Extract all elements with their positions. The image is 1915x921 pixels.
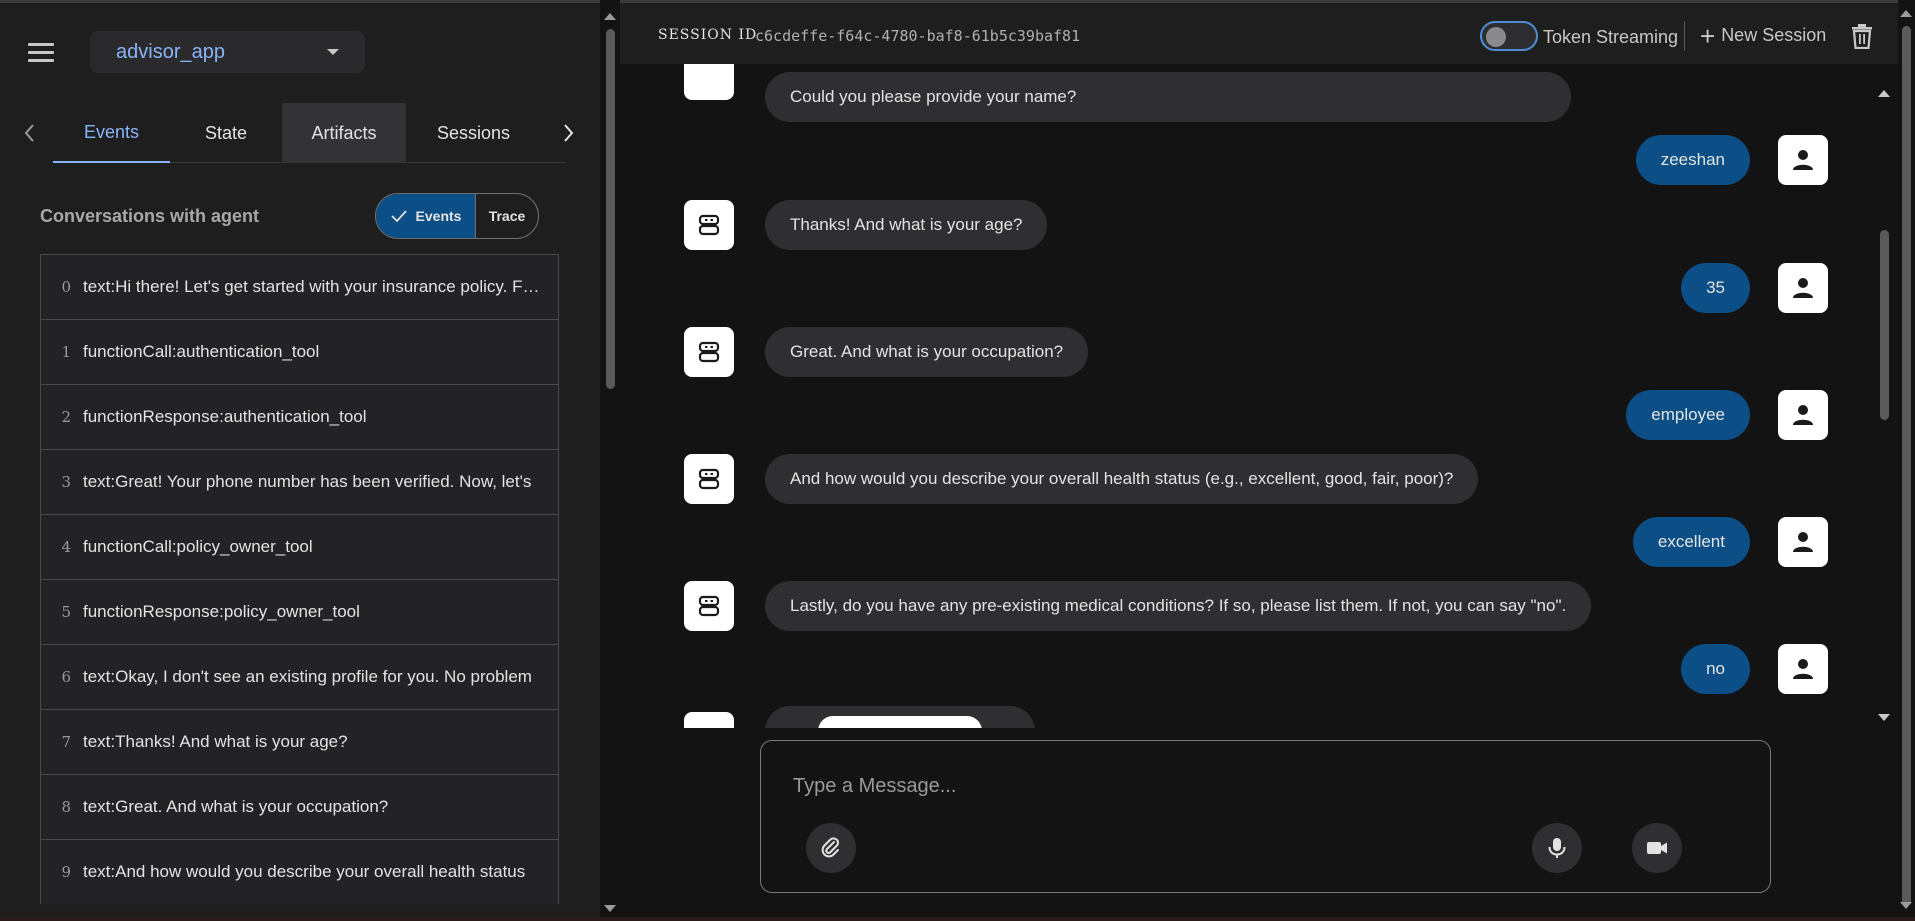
event-index: 1 bbox=[61, 343, 71, 361]
event-row[interactable]: 4 functionCall:policy_owner_tool bbox=[40, 514, 559, 579]
session-header: SESSION ID c6cdeffe-f64c-4780-baf8-61b5c… bbox=[620, 0, 1898, 64]
paperclip-icon[interactable] bbox=[806, 823, 856, 873]
message-composer bbox=[760, 740, 1771, 893]
events-trace-toggle: Events Trace bbox=[375, 193, 539, 239]
user-message: zeeshan bbox=[1635, 135, 1750, 185]
event-text: text:Great. And what is your occupation? bbox=[83, 797, 389, 816]
check-icon bbox=[390, 210, 407, 223]
new-session-button[interactable]: + New Session bbox=[1700, 20, 1827, 51]
chevron-down-icon bbox=[327, 49, 339, 55]
event-index: 5 bbox=[61, 603, 71, 621]
side-panel: advisor_app Events State Artifacts Sessi… bbox=[0, 0, 616, 921]
event-index: 9 bbox=[61, 863, 71, 881]
person-icon bbox=[1778, 644, 1828, 694]
bot-message: And how would you describe your overall … bbox=[765, 454, 1479, 504]
event-text: functionResponse:authentication_tool bbox=[83, 407, 367, 426]
event-text: text:Thanks! And what is your age? bbox=[83, 732, 348, 751]
event-text: text:Great! Your phone number has been v… bbox=[83, 472, 532, 491]
plus-icon: + bbox=[1700, 20, 1716, 51]
token-streaming-label: Token Streaming bbox=[1543, 27, 1679, 47]
event-row[interactable]: 9 text:And how would you describe your ov… bbox=[40, 839, 559, 904]
event-row[interactable]: 2 functionResponse:authentication_tool bbox=[40, 384, 559, 449]
event-row[interactable]: 1 functionCall:authentication_tool bbox=[40, 319, 559, 384]
event-row[interactable]: 3 text:Great! Your phone number has been … bbox=[40, 449, 559, 514]
event-index: 3 bbox=[61, 473, 71, 491]
chat-scrollbar[interactable] bbox=[1876, 84, 1893, 728]
user-message: excellent bbox=[1632, 517, 1750, 567]
trace-toggle-button[interactable]: Trace bbox=[476, 194, 538, 238]
event-index: 8 bbox=[61, 798, 71, 816]
events-toggle-label: Events bbox=[415, 208, 462, 224]
header-divider bbox=[1684, 21, 1685, 51]
event-row[interactable]: 6 text:Okay, I don't see an existing prof… bbox=[40, 644, 559, 709]
token-streaming-switch[interactable] bbox=[1480, 21, 1538, 51]
chevron-left-icon[interactable] bbox=[20, 121, 40, 145]
event-index: 2 bbox=[61, 408, 71, 426]
robot-icon bbox=[684, 712, 734, 728]
new-session-label: New Session bbox=[1721, 25, 1827, 45]
event-text: functionCall:policy_owner_tool bbox=[83, 537, 313, 556]
user-message: employee bbox=[1626, 390, 1750, 440]
event-index: 6 bbox=[61, 668, 71, 686]
events-toggle-button[interactable]: Events bbox=[376, 194, 476, 238]
event-row[interactable]: 7 text:Thanks! And what is your age? bbox=[40, 709, 559, 774]
menu-icon[interactable] bbox=[28, 43, 58, 67]
event-list: 0 text:Hi there! Let's get started with y… bbox=[40, 254, 559, 904]
bot-message: Could you please provide your name? bbox=[765, 72, 1571, 122]
user-message: 35 bbox=[1681, 263, 1750, 313]
window-bottom-edge bbox=[0, 917, 1915, 921]
chat-transcript: Could you please provide your name? zees… bbox=[620, 64, 1880, 728]
event-row[interactable]: 5 functionResponse:policy_owner_tool bbox=[40, 579, 559, 644]
bot-message: Lastly, do you have any pre-existing med… bbox=[765, 581, 1592, 631]
event-text: functionResponse:policy_owner_tool bbox=[83, 602, 360, 621]
robot-icon bbox=[684, 64, 734, 100]
page-scrollbar[interactable] bbox=[1898, 0, 1915, 921]
video-camera-icon[interactable] bbox=[1632, 823, 1682, 873]
message-input[interactable] bbox=[793, 771, 1693, 801]
bot-message: Thanks! And what is your age? bbox=[765, 200, 1048, 250]
tab-sessions[interactable]: Sessions bbox=[406, 103, 541, 163]
trash-icon[interactable] bbox=[1850, 23, 1874, 49]
event-index: 0 bbox=[61, 278, 71, 296]
user-message: no bbox=[1681, 644, 1750, 694]
app-selector-value: advisor_app bbox=[116, 40, 225, 63]
session-id-value: c6cdeffe-f64c-4780-baf8-61b5c39baf81 bbox=[755, 27, 1081, 45]
tab-events[interactable]: Events bbox=[53, 103, 170, 163]
side-panel-scrollbar[interactable] bbox=[602, 3, 619, 921]
bot-typing-bubble bbox=[765, 706, 1035, 728]
tab-bar: Events State Artifacts Sessions bbox=[20, 103, 580, 163]
robot-icon bbox=[684, 327, 734, 377]
session-id-label: SESSION ID bbox=[658, 27, 758, 43]
event-index: 4 bbox=[61, 538, 71, 556]
microphone-icon[interactable] bbox=[1532, 823, 1582, 873]
event-index: 7 bbox=[61, 733, 71, 751]
robot-icon bbox=[684, 581, 734, 631]
event-text: text:And how would you describe your ove… bbox=[83, 862, 526, 881]
person-icon bbox=[1778, 263, 1828, 313]
person-icon bbox=[1778, 135, 1828, 185]
bot-message: Great. And what is your occupation? bbox=[765, 327, 1089, 377]
tab-state[interactable]: State bbox=[170, 103, 282, 163]
tab-artifacts[interactable]: Artifacts bbox=[282, 103, 406, 163]
event-row[interactable]: 8 text:Great. And what is your occupation… bbox=[40, 774, 559, 839]
conversations-label: Conversations with agent bbox=[40, 206, 260, 226]
chevron-right-icon[interactable] bbox=[558, 121, 578, 145]
event-text: text:Okay, I don't see an existing profi… bbox=[83, 667, 532, 686]
robot-icon bbox=[684, 200, 734, 250]
event-text: text:Hi there! Let's get started with yo… bbox=[83, 277, 541, 296]
app-selector[interactable]: advisor_app bbox=[90, 31, 365, 73]
person-icon bbox=[1778, 390, 1828, 440]
robot-icon bbox=[684, 454, 734, 504]
person-icon bbox=[1778, 517, 1828, 567]
event-text: functionCall:authentication_tool bbox=[83, 342, 320, 361]
event-row[interactable]: 0 text:Hi there! Let's get started with y… bbox=[40, 254, 559, 319]
